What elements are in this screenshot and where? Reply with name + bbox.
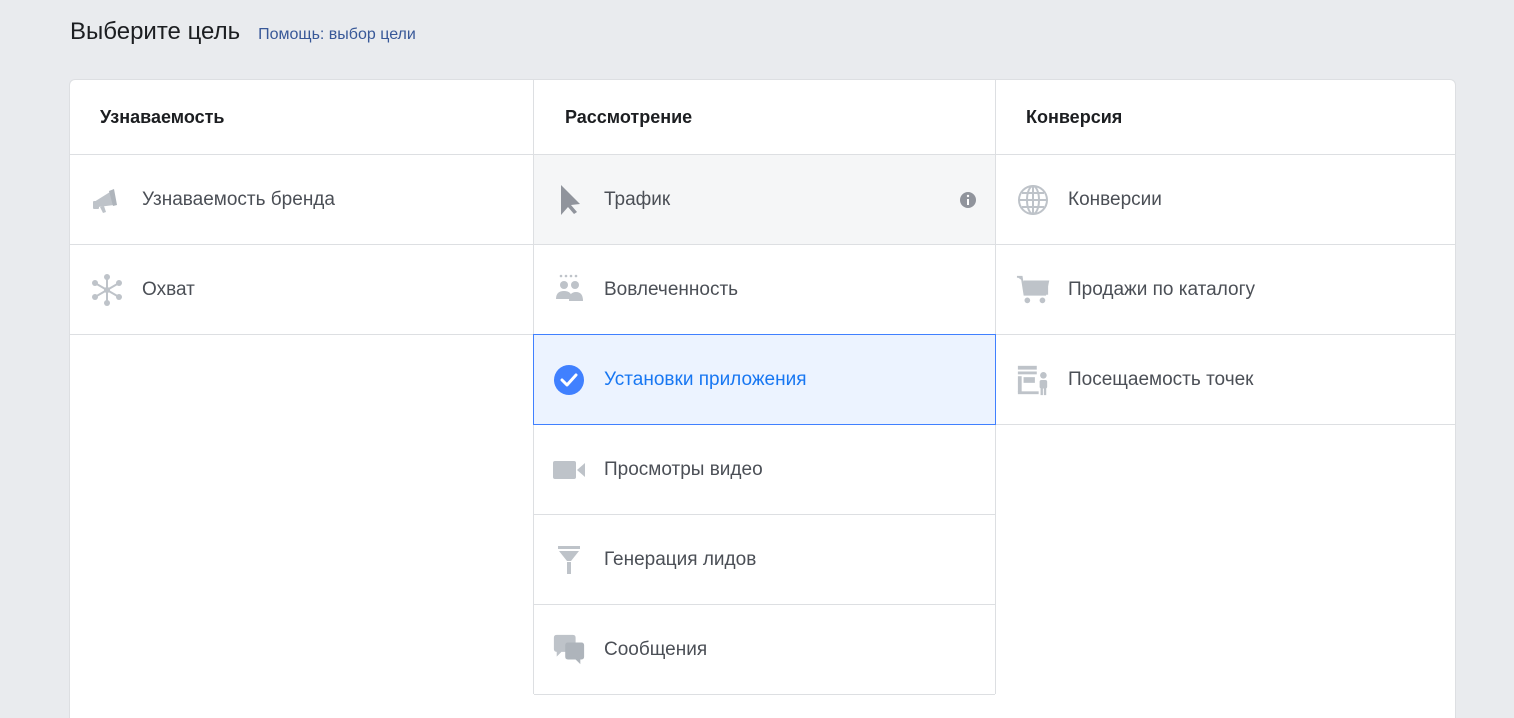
- objective-store-visits[interactable]: Посещаемость точек: [996, 335, 1456, 425]
- objective-traffic[interactable]: Трафик: [534, 155, 995, 245]
- objective-label: Узнаваемость бренда: [142, 188, 335, 210]
- objective-messages[interactable]: Сообщения: [534, 605, 995, 695]
- chat-bubbles-icon: [552, 633, 586, 667]
- objective-label: Генерация лидов: [604, 548, 757, 570]
- people-icon: [552, 273, 586, 307]
- page-title: Выберите цель: [70, 18, 241, 45]
- column-consideration: Рассмотрение Трафик Вовлеченность Устано…: [533, 80, 996, 695]
- funnel-icon: [552, 543, 586, 577]
- objective-label: Вовлеченность: [604, 278, 739, 300]
- objective-catalog-sales[interactable]: Продажи по каталогу: [996, 245, 1456, 335]
- objective-label: Сообщения: [604, 638, 708, 660]
- column-header: Узнаваемость: [70, 80, 533, 155]
- column-conversion: Конверсия Конверсии Продажи по каталогу …: [996, 80, 1456, 425]
- check-circle-icon: [552, 363, 586, 397]
- info-icon[interactable]: [959, 191, 977, 209]
- video-camera-icon: [552, 453, 586, 487]
- cursor-icon: [552, 183, 586, 217]
- objective-panel: Узнаваемость Узнаваемость бренда Охват Р…: [69, 79, 1456, 718]
- objective-conversions[interactable]: Конверсии: [996, 155, 1456, 245]
- reach-icon: [90, 273, 124, 307]
- megaphone-icon: [90, 183, 124, 217]
- globe-icon: [1016, 183, 1050, 217]
- store-visit-icon: [1016, 363, 1050, 397]
- column-awareness: Узнаваемость Узнаваемость бренда Охват: [70, 80, 533, 335]
- objective-video-views[interactable]: Просмотры видео: [534, 425, 995, 515]
- objective-label: Конверсии: [1068, 188, 1162, 210]
- objective-lead-generation[interactable]: Генерация лидов: [534, 515, 995, 605]
- header: Выберите цель Помощь: выбор цели: [70, 18, 416, 46]
- objective-label: Охват: [142, 278, 195, 300]
- column-header: Конверсия: [996, 80, 1456, 155]
- objective-label: Посещаемость точек: [1068, 368, 1254, 390]
- objective-app-installs[interactable]: Установки приложения: [533, 334, 996, 425]
- column-header: Рассмотрение: [534, 80, 995, 155]
- shopping-cart-icon: [1016, 273, 1050, 307]
- objective-reach[interactable]: Охват: [70, 245, 533, 335]
- objective-brand-awareness[interactable]: Узнаваемость бренда: [70, 155, 533, 245]
- objective-label: Просмотры видео: [604, 458, 763, 480]
- objective-label: Установки приложения: [604, 368, 807, 390]
- objective-engagement[interactable]: Вовлеченность: [534, 245, 995, 335]
- help-link[interactable]: Помощь: выбор цели: [258, 26, 416, 44]
- objective-label: Трафик: [604, 188, 671, 210]
- objective-label: Продажи по каталогу: [1068, 278, 1255, 300]
